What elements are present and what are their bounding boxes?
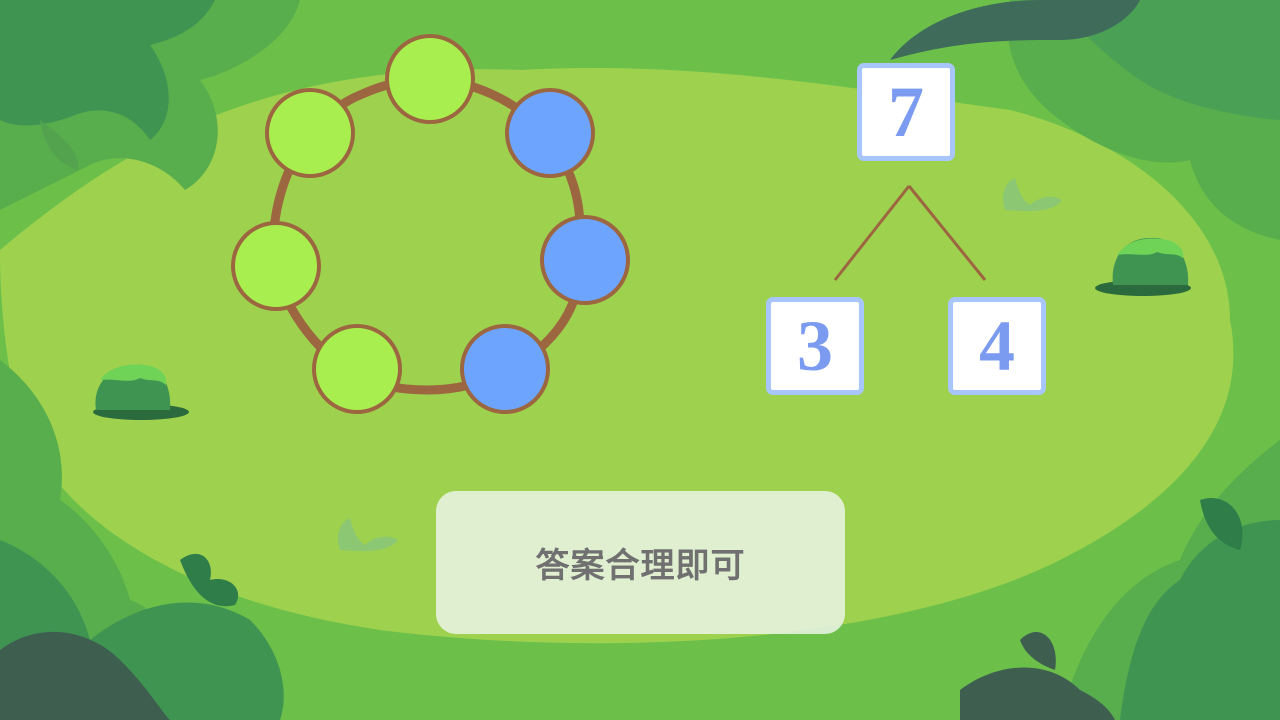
bond-line-left <box>833 185 911 281</box>
answer-text: 答案合理即可 <box>535 546 746 586</box>
bond-line-right <box>907 185 987 281</box>
answer-panel: 答案合理即可 <box>436 491 845 634</box>
